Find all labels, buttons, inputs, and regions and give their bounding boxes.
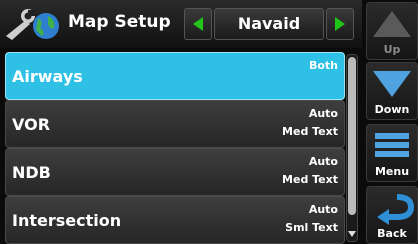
row-value: Auto (308, 107, 338, 120)
scrollbar-thumb[interactable] (348, 57, 356, 215)
down-button-label: Down (374, 103, 410, 116)
wrench-globe-icon (4, 6, 64, 42)
menu-list-icon (375, 133, 409, 157)
scroll-down-arrow-icon (348, 231, 356, 237)
left-arrow-icon (193, 17, 203, 31)
page-title: Map Setup (68, 12, 171, 32)
row-text-size: Med Text (282, 173, 338, 186)
previous-category-button[interactable] (184, 8, 212, 40)
up-button-label: Up (383, 43, 401, 56)
row-text-size: Sml Text (285, 221, 338, 234)
row-text-size: Med Text (282, 125, 338, 138)
next-category-button[interactable] (326, 8, 354, 40)
category-selector[interactable]: Navaid (214, 8, 324, 40)
down-arrow-icon (373, 71, 411, 97)
back-button[interactable]: Back (366, 186, 418, 244)
row-label: VOR (12, 115, 51, 134)
row-value: Auto (308, 203, 338, 216)
list-item-vor[interactable]: VOR Auto Med Text (5, 100, 345, 148)
menu-button[interactable]: Menu (366, 124, 418, 182)
list-item-ndb[interactable]: NDB Auto Med Text (5, 148, 345, 196)
title-bar: Map Setup Navaid (0, 0, 362, 48)
setting-list: Airways Both VOR Auto Med Text NDB Auto … (2, 50, 348, 244)
list-item-intersection[interactable]: Intersection Auto Sml Text (5, 196, 345, 244)
down-button[interactable]: Down (366, 62, 418, 120)
row-value: Auto (308, 155, 338, 168)
list-scrollbar[interactable] (346, 54, 358, 242)
row-label: Airways (12, 67, 83, 86)
row-label: Intersection (12, 211, 122, 230)
right-arrow-icon (335, 17, 345, 31)
softkey-column: Up Down Menu Back (364, 0, 418, 244)
up-button[interactable]: Up (366, 2, 418, 60)
row-label: NDB (12, 163, 51, 182)
menu-button-label: Menu (374, 165, 410, 178)
back-arrow-icon (377, 194, 415, 225)
up-arrow-icon (373, 11, 411, 37)
list-item-airways[interactable]: Airways Both (5, 52, 345, 100)
back-button-label: Back (377, 227, 407, 240)
row-value: Both (308, 59, 338, 72)
